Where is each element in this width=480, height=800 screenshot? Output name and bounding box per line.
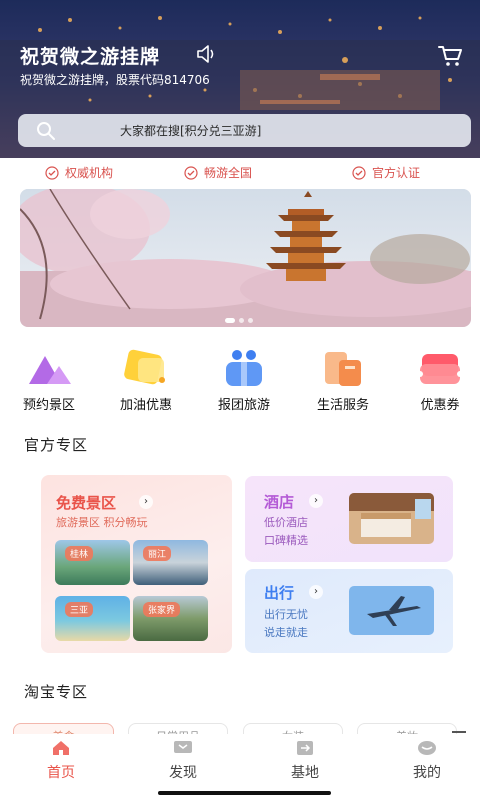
fuel-icon — [124, 349, 165, 385]
discover-icon — [174, 741, 192, 753]
badge-nationwide: 畅游全国 — [184, 164, 252, 181]
card-line: 说走就走 — [264, 626, 308, 639]
badge-label: 畅游全国 — [204, 166, 253, 180]
quick-item-group[interactable]: 报团旅游 — [204, 348, 284, 413]
quick-item-label: 优惠券 — [420, 398, 460, 413]
pager-dot — [248, 318, 253, 323]
check-circle-icon — [352, 165, 366, 180]
section-title-taobao: 淘宝专区 — [24, 683, 89, 701]
airplane-image — [349, 586, 434, 635]
chevron-right-icon: › — [309, 585, 323, 599]
nav-label: 首页 — [47, 765, 75, 781]
cart-icon[interactable] — [437, 44, 463, 68]
group-icon — [226, 350, 262, 386]
pager-dot — [225, 318, 235, 323]
card-hotel[interactable]: 酒店 › 低价酒店 口碑精选 — [245, 476, 453, 562]
search-placeholder: 大家都在搜[积分兑三亚游] — [120, 124, 262, 138]
card-title: 酒店 — [264, 493, 295, 511]
pagoda-cherry-blossom-image — [20, 189, 471, 327]
nav-base[interactable]: 基地 — [265, 740, 345, 782]
quick-item-scenic[interactable]: 预约景区 — [9, 348, 89, 413]
pager-dot — [239, 318, 244, 323]
search-icon — [37, 122, 55, 140]
badge-label: 官方认证 — [372, 166, 421, 180]
profile-icon — [418, 741, 436, 755]
nav-discover[interactable]: 发现 — [143, 740, 223, 782]
nav-home[interactable]: 首页 — [21, 740, 101, 782]
quick-item-label: 报团旅游 — [217, 398, 270, 413]
filter-menu-icon[interactable] — [452, 731, 466, 733]
nav-label: 基地 — [291, 765, 319, 781]
thumb-lijiang[interactable]: 丽江 — [133, 540, 208, 585]
card-free-scenic[interactable]: 免费景区 › 旅游景区 积分畅玩 桂林 丽江 三亚 张家界 — [41, 475, 232, 653]
quick-item-label: 预约景区 — [22, 398, 75, 413]
badge-certified: 官方认证 — [352, 164, 420, 181]
header-title: 祝贺微之游挂牌 — [20, 46, 161, 68]
quick-item-coupon[interactable]: 优惠券 — [400, 348, 480, 413]
card-line: 口碑精选 — [264, 534, 308, 547]
thumb-sanya[interactable]: 三亚 — [55, 596, 130, 641]
thumb-guilin[interactable]: 桂林 — [55, 540, 130, 585]
check-circle-icon — [184, 165, 198, 180]
card-line: 低价酒店 — [264, 516, 308, 529]
chevron-right-icon: › — [309, 494, 323, 508]
search-bar[interactable]: 大家都在搜[积分兑三亚游] — [18, 114, 471, 147]
quick-item-label: 加油优惠 — [119, 398, 172, 413]
badge-authority: 权威机构 — [45, 164, 113, 181]
coupon-icon — [417, 354, 463, 384]
card-travel[interactable]: 出行 › 出行无忧 说走就走 — [245, 569, 453, 653]
quick-item-label: 生活服务 — [316, 398, 369, 413]
header-banner: 祝贺微之游挂牌 祝贺微之游挂牌，股票代码814706 大家都在搜[积分兑三亚游] — [0, 0, 480, 158]
thumb-tag: 张家界 — [143, 602, 181, 617]
nav-profile[interactable]: 我的 — [387, 740, 467, 782]
service-icon — [325, 352, 361, 386]
banner-pager — [225, 318, 257, 323]
quick-nav: 预约景区 加油优惠 报团旅游 生活服务 优惠券 — [0, 348, 480, 414]
section-title-official: 官方专区 — [24, 436, 89, 454]
mountain-icon — [29, 356, 71, 384]
promo-banner[interactable] — [20, 189, 471, 327]
check-circle-icon — [45, 165, 59, 180]
trust-badges: 权威机构 畅游全国 官方认证 — [0, 160, 480, 184]
home-icon — [53, 741, 69, 755]
thumb-tag: 三亚 — [65, 602, 94, 617]
thumb-tag: 丽江 — [143, 546, 172, 561]
base-icon — [297, 741, 313, 755]
badge-label: 权威机构 — [65, 166, 114, 180]
card-line: 出行无忧 — [264, 608, 308, 621]
nav-label: 发现 — [169, 765, 197, 781]
card-title: 免费景区 — [56, 494, 117, 512]
card-subtitle: 旅游景区 积分畅玩 — [56, 516, 148, 529]
quick-item-fuel[interactable]: 加油优惠 — [106, 348, 186, 413]
card-title: 出行 — [264, 584, 295, 602]
thumb-zhangjiajie[interactable]: 张家界 — [133, 596, 208, 641]
home-indicator — [158, 791, 331, 795]
quick-item-service[interactable]: 生活服务 — [303, 348, 383, 413]
hotel-room-image — [349, 493, 434, 544]
thumb-tag: 桂林 — [65, 546, 94, 561]
chevron-right-icon: › — [139, 495, 153, 509]
nav-label: 我的 — [413, 765, 441, 781]
app-screen: 祝贺微之游挂牌 祝贺微之游挂牌，股票代码814706 大家都在搜[积分兑三亚游]… — [0, 0, 480, 800]
header-subtitle: 祝贺微之游挂牌，股票代码814706 — [20, 73, 210, 87]
speaker-icon[interactable] — [196, 44, 218, 64]
